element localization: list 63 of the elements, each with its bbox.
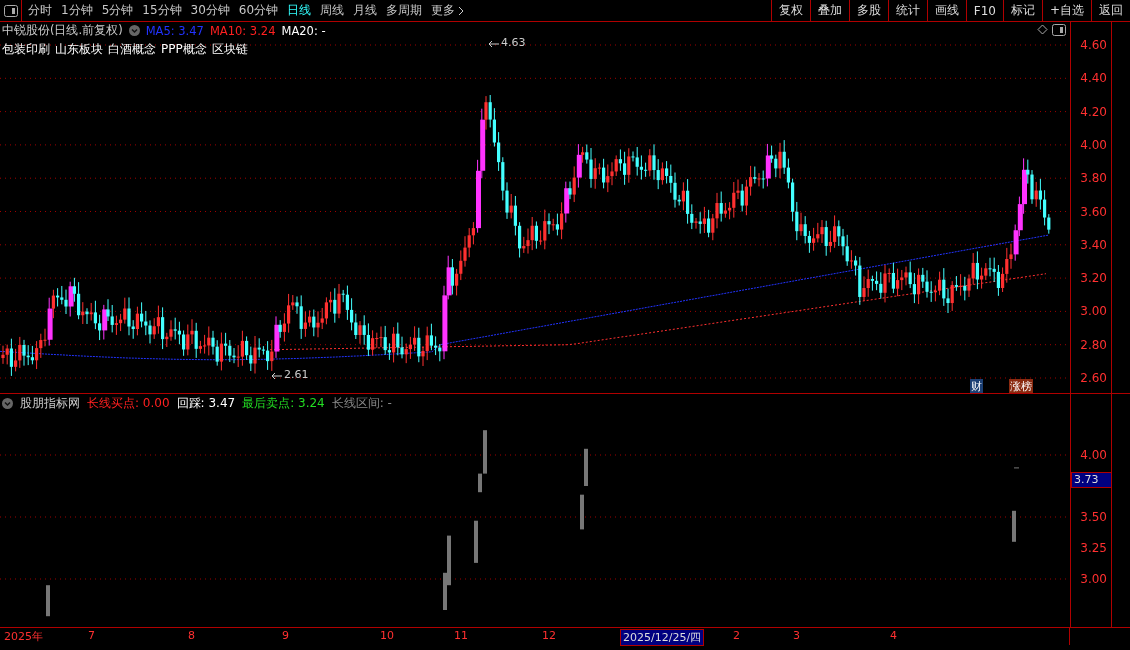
axis-label: 2.80 [1080, 337, 1107, 352]
period-tab[interactable]: 周线 [320, 2, 345, 19]
indicator-value: 长线买点: 0.00 [87, 395, 170, 412]
stock-title: 中锐股份(日线.前复权) [2, 23, 123, 38]
period-tab[interactable]: 1分钟 [61, 2, 93, 19]
concept-tag[interactable]: 白酒概念 [108, 41, 156, 58]
axis-label: 2.60 [1080, 371, 1107, 385]
dropdown-icon[interactable] [2, 398, 13, 409]
low-price-label: 2.61 [284, 368, 309, 381]
ma-value: MA10: 3.24 [209, 23, 276, 38]
diamond-icon[interactable] [1037, 24, 1048, 35]
marker-arrow-icon [271, 372, 283, 380]
indicator-value: 回踩: 3.47 [176, 395, 236, 412]
indicator-name: 股朋指标网 [20, 395, 80, 412]
axis-label: 4.20 [1080, 104, 1107, 119]
period-tab[interactable]: 日线 [287, 2, 312, 19]
concept-tag[interactable]: 包装印刷 [2, 41, 50, 58]
date-label: 9 [281, 629, 290, 642]
axis-label: 3.40 [1080, 237, 1107, 252]
event-badge[interactable]: 财 [970, 379, 983, 393]
axis-label: 3.00 [1080, 304, 1107, 319]
cursor-value: 3.73 [1071, 472, 1112, 488]
concept-tag[interactable]: 山东板块 [55, 41, 103, 58]
date-label: 2025年 [3, 629, 44, 644]
period-tab[interactable]: 15分钟 [142, 2, 182, 19]
period-tab[interactable]: 30分钟 [190, 2, 230, 19]
date-label: 10 [379, 629, 395, 642]
panel-icon[interactable] [1052, 24, 1066, 36]
date-label: 3 [792, 629, 801, 642]
ma-value: MA5: 3.47 [145, 23, 204, 38]
axis-label: 4.00 [1080, 137, 1107, 152]
date-label: 2025/12/25/四 [620, 629, 705, 646]
axis-label: 3.50 [1080, 510, 1107, 524]
ma-value: MA20: - [281, 23, 326, 38]
concept-tag[interactable]: 区块链 [211, 41, 248, 58]
period-tab[interactable]: 更多 [431, 2, 465, 19]
date-label: 8 [187, 629, 196, 642]
date-label: 12 [541, 629, 557, 642]
marker-arrow-icon [488, 40, 500, 48]
concept-tag[interactable]: PPP概念 [161, 41, 207, 58]
chevron-right-icon [458, 5, 465, 16]
axis-label: 4.40 [1080, 71, 1107, 86]
axis-label: 4.00 [1080, 448, 1107, 462]
event-badge[interactable]: 涨榜 [1009, 379, 1033, 393]
axis-label: 3.20 [1080, 271, 1107, 286]
date-label: 4 [889, 629, 898, 642]
date-label: 7 [87, 629, 96, 642]
axis-label: 3.00 [1080, 572, 1107, 586]
period-tab[interactable]: 60分钟 [238, 2, 279, 19]
axis-label: 3.25 [1080, 541, 1107, 555]
axis-label: 4.60 [1080, 38, 1107, 52]
date-label: 2 [732, 629, 741, 642]
period-tab[interactable]: 多周期 [386, 2, 423, 19]
axis-label: 3.80 [1080, 171, 1107, 186]
indicator-value: 最后卖点: 3.24 [242, 395, 325, 412]
date-label: 11 [453, 629, 469, 642]
period-tab[interactable]: 5分钟 [101, 2, 134, 19]
period-tab[interactable]: 月线 [353, 2, 378, 19]
axis-label: 3.60 [1080, 204, 1107, 219]
indicator-value: 长线区间: - [331, 395, 392, 412]
high-price-label: 4.63 [501, 36, 526, 49]
period-tab[interactable]: 分时 [28, 2, 52, 19]
dropdown-icon[interactable] [128, 25, 140, 36]
